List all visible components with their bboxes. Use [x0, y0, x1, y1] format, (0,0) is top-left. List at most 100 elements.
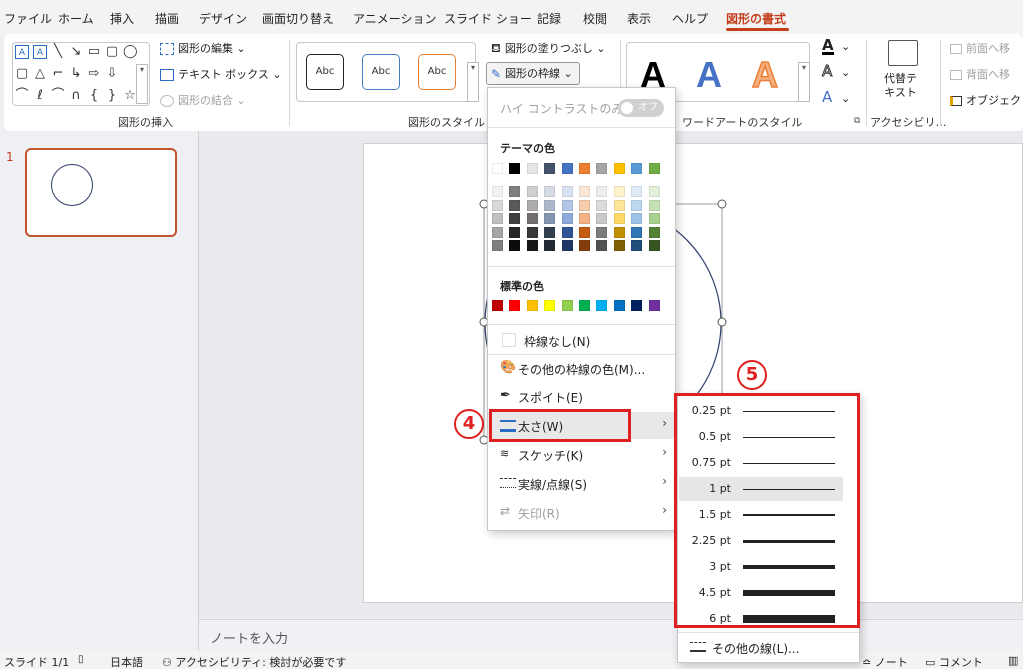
- theme-shade-swatch[interactable]: [509, 186, 521, 197]
- tab-insert[interactable]: 挿入: [110, 10, 134, 27]
- theme-shade-swatch[interactable]: [579, 226, 590, 238]
- theme-color-swatch[interactable]: [509, 163, 521, 174]
- brace-left-shape-icon[interactable]: {: [87, 89, 101, 103]
- textbox-shape-icon[interactable]: A: [15, 45, 29, 59]
- text-outline-icon[interactable]: A: [821, 63, 832, 79]
- rect2-shape-icon[interactable]: ▢: [15, 67, 29, 81]
- theme-shade-swatch[interactable]: [631, 226, 643, 238]
- wordart-sample-blue[interactable]: A: [696, 54, 722, 96]
- theme-shade-swatch[interactable]: [544, 213, 556, 224]
- standard-color-swatch[interactable]: [613, 300, 625, 311]
- shape-gallery-scroll[interactable]: ▾: [136, 64, 148, 104]
- shape-gallery[interactable]: A A ╲ ↘ ▭ ▢ ◯ ▢ △ ⌐ ↳ ⇨ ⇩ ⌒ ℓ ⌒ ∩ { } ☆: [12, 42, 150, 106]
- theme-shade-swatch[interactable]: [613, 186, 625, 197]
- theme-shade-swatch[interactable]: [492, 226, 503, 238]
- tab-transitions[interactable]: 画面切り替え: [262, 10, 334, 27]
- style-gallery-scroll[interactable]: ▾: [467, 62, 479, 102]
- more-outline-colors-option[interactable]: 🎨 その他の枠線の色(M)...: [488, 355, 675, 382]
- theme-shade-swatch[interactable]: [613, 213, 625, 224]
- shape-outline-button[interactable]: ✎ 図形の枠線 ⌄: [486, 62, 580, 85]
- theme-color-swatch[interactable]: [526, 163, 538, 174]
- theme-shade-swatch[interactable]: [579, 240, 590, 251]
- arrow-line-shape-icon[interactable]: ↘: [69, 45, 83, 59]
- theme-shade-swatch[interactable]: [561, 199, 573, 211]
- theme-shade-swatch[interactable]: [579, 213, 590, 224]
- theme-shade-swatch[interactable]: [509, 240, 521, 251]
- theme-shade-swatch[interactable]: [631, 186, 643, 197]
- theme-shade-swatch[interactable]: [561, 186, 573, 197]
- theme-shade-swatch[interactable]: [526, 240, 538, 251]
- notes-pane[interactable]: ノートを入力: [199, 619, 1023, 651]
- high-contrast-option[interactable]: ハイ コントラストのみ(H) オフ: [488, 94, 675, 121]
- theme-shade-swatch[interactable]: [579, 186, 590, 197]
- tab-record[interactable]: 記録: [537, 10, 561, 27]
- spellcheck-icon[interactable]: ▯: [78, 654, 84, 665]
- standard-color-swatch[interactable]: [561, 300, 573, 311]
- theme-color-swatch[interactable]: [579, 163, 590, 174]
- style-sample-3[interactable]: Abc: [418, 54, 456, 90]
- theme-color-swatch[interactable]: [492, 163, 503, 174]
- line-shape-icon[interactable]: ╲: [51, 45, 65, 59]
- theme-color-swatch[interactable]: [631, 163, 643, 174]
- standard-color-swatch[interactable]: [648, 300, 660, 311]
- theme-color-swatch[interactable]: [613, 163, 625, 174]
- freeform-shape-icon[interactable]: ⌒: [15, 89, 29, 103]
- theme-shade-swatch[interactable]: [596, 213, 608, 224]
- scribble-shape-icon[interactable]: ℓ: [33, 89, 47, 103]
- style-sample-1[interactable]: Abc: [306, 54, 344, 90]
- star-shape-icon[interactable]: ☆: [123, 89, 137, 103]
- more-lines-option[interactable]: その他の線(L)...: [678, 634, 859, 661]
- theme-shade-swatch[interactable]: [544, 199, 556, 211]
- text-outline-dropdown[interactable]: ⌄: [841, 66, 850, 79]
- rounded-rect-shape-icon[interactable]: ▢: [105, 45, 119, 59]
- alt-text-button[interactable]: 代替テ キスト: [884, 72, 917, 100]
- arrows-option[interactable]: ⇄ 矢印(R) ›: [488, 499, 675, 526]
- send-backward-button[interactable]: 背面へ移: [950, 66, 1010, 82]
- dialog-launcher-icon[interactable]: ⧉: [854, 116, 860, 126]
- shape-fill-button[interactable]: ⛾ 図形の塗りつぶし ⌄: [491, 40, 606, 57]
- text-fill-icon[interactable]: A: [822, 38, 834, 55]
- slide-thumbnail[interactable]: [25, 148, 177, 237]
- theme-shade-swatch[interactable]: [526, 186, 538, 197]
- tab-design[interactable]: デザイン: [199, 10, 247, 27]
- theme-shade-swatch[interactable]: [509, 213, 521, 224]
- theme-shade-swatch[interactable]: [526, 213, 538, 224]
- language-indicator[interactable]: 日本語: [110, 654, 143, 669]
- triangle-shape-icon[interactable]: △: [33, 67, 47, 81]
- text-fill-dropdown[interactable]: ⌄: [841, 40, 850, 53]
- sketch-option[interactable]: ≋ スケッチ(K) ›: [488, 441, 675, 468]
- resize-handle[interactable]: [717, 317, 727, 327]
- tab-home[interactable]: ホーム: [58, 10, 94, 27]
- standard-color-swatch[interactable]: [579, 300, 590, 311]
- theme-shade-swatch[interactable]: [648, 186, 660, 197]
- theme-shade-swatch[interactable]: [596, 226, 608, 238]
- theme-shade-swatch[interactable]: [631, 213, 643, 224]
- selection-pane-button[interactable]: オブジェクト: [950, 92, 1023, 108]
- theme-shade-swatch[interactable]: [544, 186, 556, 197]
- theme-shade-swatch[interactable]: [561, 213, 573, 224]
- text-effects-dropdown[interactable]: ⌄: [841, 92, 850, 105]
- wordart-gallery-scroll[interactable]: ▾: [798, 62, 810, 102]
- theme-shade-swatch[interactable]: [509, 199, 521, 211]
- standard-color-swatch[interactable]: [631, 300, 643, 311]
- theme-shade-swatch[interactable]: [509, 226, 521, 238]
- theme-shade-swatch[interactable]: [492, 213, 503, 224]
- text-effects-icon[interactable]: A: [822, 90, 832, 105]
- theme-shade-swatch[interactable]: [631, 240, 643, 251]
- bring-forward-button[interactable]: 前面へ移: [950, 40, 1010, 56]
- elbow-arrow-shape-icon[interactable]: ↳: [69, 67, 83, 81]
- style-sample-2[interactable]: Abc: [362, 54, 400, 90]
- theme-shade-swatch[interactable]: [561, 226, 573, 238]
- elbow-connector-shape-icon[interactable]: ⌐: [51, 67, 65, 81]
- theme-color-swatch[interactable]: [596, 163, 608, 174]
- theme-shade-swatch[interactable]: [631, 199, 643, 211]
- tab-file[interactable]: ファイル: [4, 10, 52, 27]
- theme-shade-swatch[interactable]: [492, 240, 503, 251]
- theme-color-swatch[interactable]: [544, 163, 556, 174]
- no-outline-option[interactable]: 枠線なし(N): [488, 327, 675, 354]
- theme-shade-swatch[interactable]: [648, 199, 660, 211]
- comments-button[interactable]: ▭ コメント: [925, 654, 983, 669]
- theme-shade-swatch[interactable]: [596, 186, 608, 197]
- theme-shade-swatch[interactable]: [613, 226, 625, 238]
- standard-color-swatch[interactable]: [492, 300, 503, 311]
